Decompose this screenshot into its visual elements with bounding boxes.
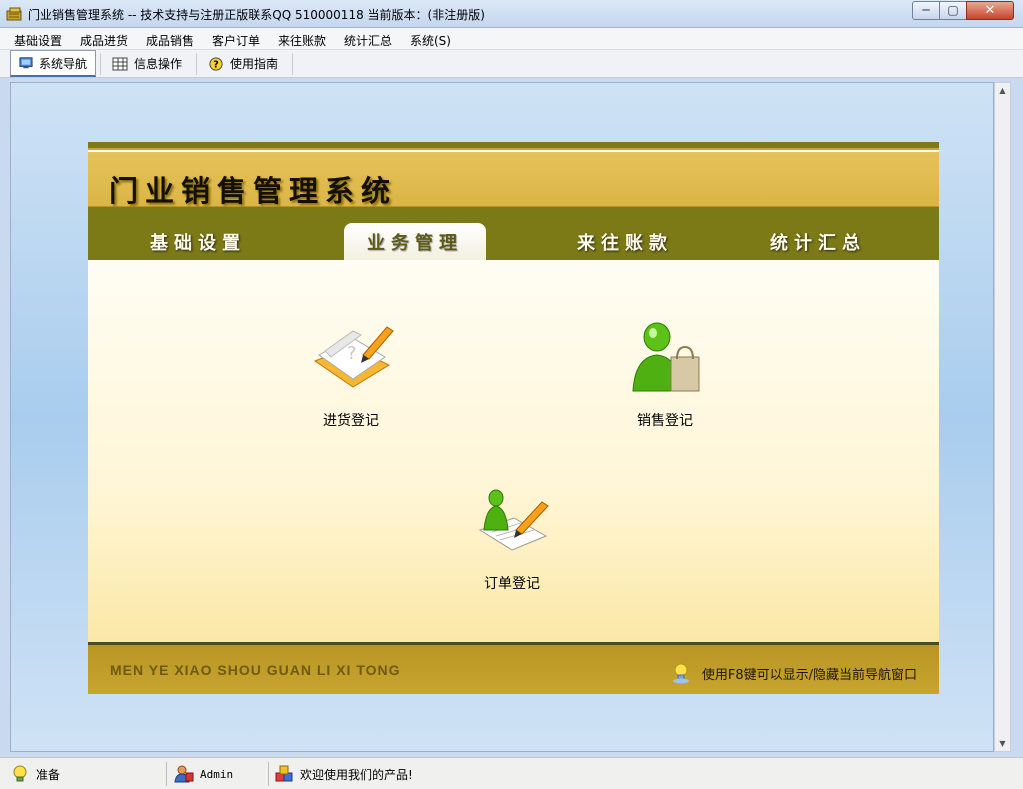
status-ready: 准备	[10, 763, 60, 785]
menu-item-statistics[interactable]: 统计汇总	[344, 32, 392, 49]
vertical-scrollbar[interactable]: ▲ ▼	[994, 82, 1011, 752]
close-icon: ✕	[984, 3, 996, 18]
notebook-pencil-icon: ?	[313, 326, 394, 388]
status-message-text: 欢迎使用我们的产品!	[300, 767, 413, 782]
minimize-button[interactable]: ─	[912, 1, 940, 20]
order-register-label: 订单登记	[484, 576, 540, 592]
toolbar-info-ops-button[interactable]: 信息操作	[104, 50, 196, 77]
tab-accounts[interactable]: 来往账款	[554, 223, 696, 260]
footer-pinyin-text: MEN YE XIAO SHOU GUAN LI XI TONG	[110, 662, 401, 678]
menu-item-basic-settings[interactable]: 基础设置	[14, 32, 62, 49]
purchase-register-button[interactable]: ? 进货登记	[291, 315, 411, 430]
title-bar: 门业销售管理系统 -- 技术支持与注册正版联系QQ 510000118 当前版本…	[0, 0, 1023, 28]
sales-register-label: 销售登记	[637, 413, 693, 429]
tab-business-management[interactable]: 业务管理	[344, 223, 486, 260]
panel-footer: MEN YE XIAO SHOU GUAN LI XI TONG 使用F8键可以…	[88, 642, 939, 694]
panel-content: ? 进货登记 销售登记 订单登记	[88, 260, 939, 642]
tab-bar: 基础设置 业务管理 来往账款 统计汇总	[88, 207, 939, 260]
lightbulb-icon	[672, 663, 689, 684]
toolbar-user-guide-label: 使用指南	[230, 57, 279, 71]
status-message: 欢迎使用我们的产品!	[274, 763, 413, 785]
menu-item-product-sales[interactable]: 成品销售	[146, 32, 194, 49]
menu-item-product-purchase[interactable]: 成品进货	[80, 32, 128, 49]
maximize-button[interactable]: ▢	[939, 1, 967, 20]
toolbar-user-guide-button[interactable]: ? 使用指南	[200, 50, 290, 77]
panel-header: 门业销售管理系统	[88, 152, 939, 208]
status-user: Admin	[174, 763, 233, 785]
product-boxes-icon	[275, 765, 293, 782]
app-logo-icon	[6, 7, 22, 21]
toolbar-separator	[292, 53, 293, 75]
user-document-pencil-icon	[478, 489, 549, 551]
toolbar-info-ops-label: 信息操作	[134, 57, 183, 71]
help-icon: ?	[209, 56, 223, 71]
grid-icon	[112, 57, 128, 70]
menu-item-system[interactable]: 系统(S)	[410, 32, 451, 49]
status-user-text: Admin	[200, 767, 234, 781]
tab-basic-settings[interactable]: 基础设置	[127, 223, 269, 260]
sales-register-button[interactable]: 销售登记	[605, 315, 725, 430]
toolbar: 系统导航 信息操作 ? 使用指南	[0, 50, 1023, 78]
svg-text:?: ?	[347, 343, 357, 364]
user-shopping-bag-icon	[632, 322, 700, 392]
ready-lightbulb-icon	[13, 765, 27, 782]
svg-text:?: ?	[213, 59, 219, 70]
toolbar-separator	[196, 53, 197, 75]
user-icon	[174, 765, 194, 783]
scroll-up-arrow-icon[interactable]: ▲	[995, 83, 1010, 98]
status-ready-text: 准备	[36, 767, 61, 782]
menu-item-customer-orders[interactable]: 客户订单	[212, 32, 260, 49]
window-title: 门业销售管理系统 -- 技术支持与注册正版联系QQ 510000118 当前版本…	[28, 8, 485, 22]
panel-top-border	[88, 142, 939, 150]
status-bar: 准备 Admin 欢迎使用我们的产品!	[0, 757, 1023, 789]
footer-hint: 使用F8键可以显示/隐藏当前导航窗口	[670, 662, 917, 684]
maximize-icon: ▢	[947, 3, 959, 17]
tab-statistics[interactable]: 统计汇总	[747, 223, 889, 260]
status-separator	[268, 762, 269, 786]
close-button[interactable]: ✕	[966, 1, 1014, 20]
toolbar-system-nav-button[interactable]: 系统导航	[10, 50, 96, 77]
menu-item-accounts[interactable]: 来往账款	[278, 32, 326, 49]
toolbar-system-nav-label: 系统导航	[38, 56, 87, 71]
purchase-register-label: 进货登记	[323, 413, 379, 429]
footer-hint-text: 使用F8键可以显示/隐藏当前导航窗口	[701, 667, 917, 683]
scroll-down-arrow-icon[interactable]: ▼	[995, 736, 1010, 751]
navigation-panel: 门业销售管理系统 基础设置 业务管理 来往账款 统计汇总 ? 进货登记 销售登记…	[88, 142, 939, 694]
panel-title: 门业销售管理系统	[109, 174, 398, 208]
menu-bar: 基础设置 成品进货 成品销售 客户订单 来往账款 统计汇总 系统(S)	[0, 28, 1023, 50]
monitor-icon	[19, 57, 33, 69]
status-separator	[166, 762, 167, 786]
client-area: 门业销售管理系统 基础设置 业务管理 来往账款 统计汇总 ? 进货登记 销售登记…	[10, 82, 994, 752]
order-register-button[interactable]: 订单登记	[452, 478, 572, 593]
toolbar-separator	[100, 53, 101, 75]
minimize-icon: ─	[922, 3, 930, 17]
